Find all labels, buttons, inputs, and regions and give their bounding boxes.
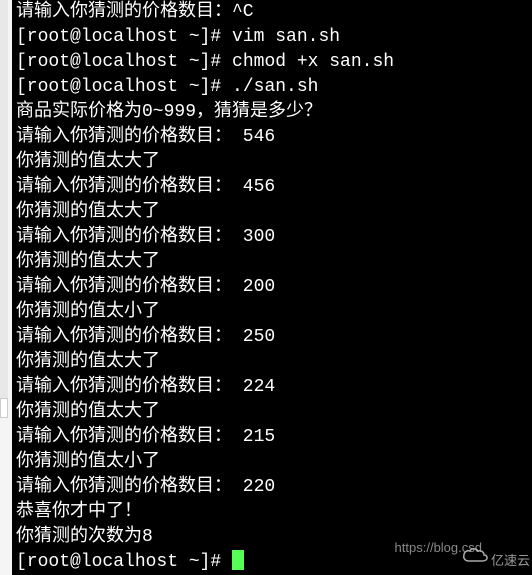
terminal-line: 请输入你猜测的价格数目： 200 (16, 275, 528, 300)
terminal-window[interactable]: 请输入你猜测的价格数目：^C [root@localhost ~]# vim s… (12, 0, 532, 575)
cursor-icon (232, 550, 244, 570)
terminal-line: 请输入你猜测的价格数目： 224 (16, 375, 528, 400)
terminal-line: 你猜测的值太小了 (16, 450, 528, 475)
terminal-line: 你猜测的值太大了 (16, 250, 528, 275)
terminal-line: 你猜测的值太小了 (16, 300, 528, 325)
terminal-line: 你猜测的值太大了 (16, 400, 528, 425)
scroll-tab (0, 398, 8, 418)
terminal-line: [root@localhost ~]# vim san.sh (16, 25, 528, 50)
terminal-line: [root@localhost ~]# ./san.sh (16, 75, 528, 100)
terminal-line: 请输入你猜测的价格数目： 546 (16, 125, 528, 150)
cloud-icon (461, 547, 489, 573)
terminal-line: 恭喜你才中了！ (16, 500, 528, 525)
terminal-line: 商品实际价格为0~999，猜猜是多少？ (16, 100, 528, 125)
terminal-line: 请输入你猜测的价格数目： 220 (16, 475, 528, 500)
terminal-line: 请输入你猜测的价格数目： 300 (16, 225, 528, 250)
terminal-line: 你猜测的值太大了 (16, 200, 528, 225)
terminal-line: 请输入你猜测的价格数目： 250 (16, 325, 528, 350)
watermark-logo: 亿速云 (461, 547, 530, 573)
terminal-line: 请输入你猜测的价格数目： 215 (16, 425, 528, 450)
terminal-line: 请输入你猜测的价格数目：^C (16, 0, 528, 25)
shell-prompt: [root@localhost ~]# (16, 552, 232, 572)
terminal-line: 请输入你猜测的价格数目： 456 (16, 175, 528, 200)
watermark-text: 亿速云 (491, 548, 530, 573)
terminal-line: 你猜测的值太大了 (16, 350, 528, 375)
terminal-line: [root@localhost ~]# chmod +x san.sh (16, 50, 528, 75)
terminal-line: 你猜测的值太大了 (16, 150, 528, 175)
scroll-gutter (0, 0, 8, 415)
